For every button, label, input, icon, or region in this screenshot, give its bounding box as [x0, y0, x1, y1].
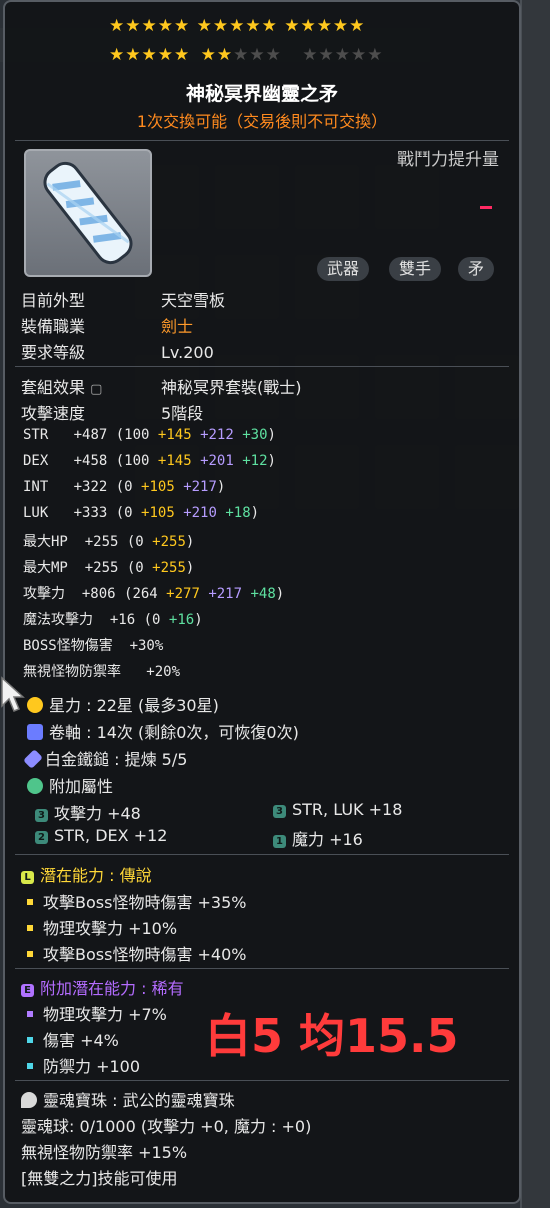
combat-power-label: 戰鬥力提升量	[397, 150, 499, 170]
divider	[15, 366, 509, 367]
info-label: 裝備職業	[21, 317, 86, 336]
stat-row-magic-attack: 魔法攻擊力 +16 (0 +16)	[23, 612, 203, 628]
extra-option: 1 魔力 +16	[273, 826, 363, 850]
platinum-hammer-info: 白金鐵鎚 : 提煉 5/5	[23, 746, 187, 770]
star-group-empty: ★★★★★	[302, 45, 384, 65]
tag-spear: 矛	[458, 257, 495, 281]
item-name: 神秘冥界幽靈之矛	[185, 83, 338, 105]
scroll-info: 卷軸 : 14次 (剩餘0次，可恢復0次)	[27, 719, 299, 743]
potential-header: L 潛在能力 : 傳說	[21, 862, 152, 886]
attack-speed-label: 攻擊速度	[21, 404, 86, 423]
potential-line: 物理攻擊力 +10%	[27, 915, 177, 939]
trade-note: 1次交換可能（交易後則不可交換）	[136, 112, 388, 131]
soul-ignore-defense: 無視怪物防禦率 +15%	[21, 1143, 188, 1162]
extra-option: 2 STR, DEX +12	[35, 826, 167, 845]
attack-speed-row: 攻擊速度 5階段	[21, 400, 203, 424]
divider	[15, 854, 509, 855]
stat-row-int: INT +322 (0 +105 +217)	[23, 479, 226, 495]
combat-power-change-indicator	[480, 206, 492, 209]
stat-row-dex: DEX +458 (100 +145 +201 +12)	[23, 453, 276, 469]
divider	[15, 1080, 509, 1081]
extra-option: 3 STR, LUK +18	[273, 800, 402, 819]
hammer-icon	[23, 749, 43, 769]
soul-orb-info: 靈魂球: 0/1000 (攻擊力 +0, 魔力 : +0)	[21, 1117, 312, 1136]
info-current-look: 目前外型 天空雪板	[21, 287, 225, 311]
lock-icon: ▢	[90, 382, 103, 397]
stat-row-boss-damage: BOSS怪物傷害 +30%	[23, 638, 164, 654]
set-effect-value: 神秘冥界套裝(戰士)	[161, 378, 302, 397]
divider	[15, 968, 509, 969]
info-value: 劍士	[161, 317, 194, 336]
additional-potential-line: 防禦力 +100	[27, 1053, 140, 1077]
potential-line: 攻擊Boss怪物時傷害 +40%	[27, 941, 247, 965]
additional-options-header: 附加屬性	[27, 773, 113, 797]
stat-row-str: STR +487 (100 +145 +212 +30)	[23, 427, 276, 443]
set-effect-row[interactable]: 套組效果 ▢ 神秘冥界套裝(戰士)	[21, 374, 302, 398]
additional-potential-header: E 附加潛在能力 : 稀有	[21, 975, 184, 999]
set-effect-label: 套組效果 ▢	[21, 378, 103, 397]
star-force-row-2: ★★★★★ ★★★★★ ★★★★★	[109, 45, 383, 65]
info-job: 裝備職業 劍士	[21, 313, 193, 337]
stat-row-ignore-defense: 無視怪物防禦率 +20%	[23, 664, 181, 680]
info-value: 天空雪板	[161, 291, 226, 310]
soul-gem-info: 靈魂寶珠 : 武公的靈魂寶珠	[21, 1087, 235, 1111]
additional-potential-line: 物理攻擊力 +7%	[27, 1001, 167, 1025]
item-icon-frame	[24, 149, 152, 277]
star-group-filled: ★★	[200, 45, 234, 65]
star-force-info: 星力 : 22星 (最多30星)	[27, 692, 219, 716]
info-value: Lv.200	[161, 343, 214, 362]
star-force-row-1: ★★★★★ ★★★★★ ★★★★★	[109, 16, 366, 36]
soul-skill-info: [無雙之力]技能可使用	[21, 1169, 178, 1188]
star-group-empty: ★★★	[233, 45, 282, 65]
leaf-icon	[27, 778, 43, 794]
potential-line: 攻擊Boss怪物時傷害 +35%	[27, 889, 247, 913]
stat-row-max-hp: 最大HP +255 (0 +255)	[23, 534, 195, 550]
mouse-cursor-icon	[1, 676, 25, 712]
stat-row-luk: LUK +333 (0 +105 +210 +18)	[23, 505, 260, 521]
star-icon	[27, 697, 43, 713]
snowboard-icon	[43, 161, 133, 265]
star-group-filled: ★★★★★	[109, 45, 191, 65]
tag-weapon: 武器	[317, 257, 370, 281]
divider	[15, 140, 509, 141]
attack-speed-value: 5階段	[161, 404, 204, 423]
flame-icon	[21, 1092, 37, 1108]
extra-option: 3 攻擊力 +48	[35, 800, 141, 824]
tag-two-handed: 雙手	[389, 257, 442, 281]
additional-potential-line: 傷害 +4%	[27, 1027, 119, 1051]
info-label: 目前外型	[21, 291, 86, 310]
stat-row-attack: 攻擊力 +806 (264 +277 +217 +48)	[23, 586, 285, 602]
stat-row-max-mp: 最大MP +255 (0 +255)	[23, 560, 195, 576]
annotation-note: 白5 均15.5	[205, 1009, 459, 1063]
info-label: 要求等級	[21, 343, 86, 362]
scroll-icon	[27, 724, 43, 740]
info-required-level: 要求等級 Lv.200	[21, 339, 214, 363]
